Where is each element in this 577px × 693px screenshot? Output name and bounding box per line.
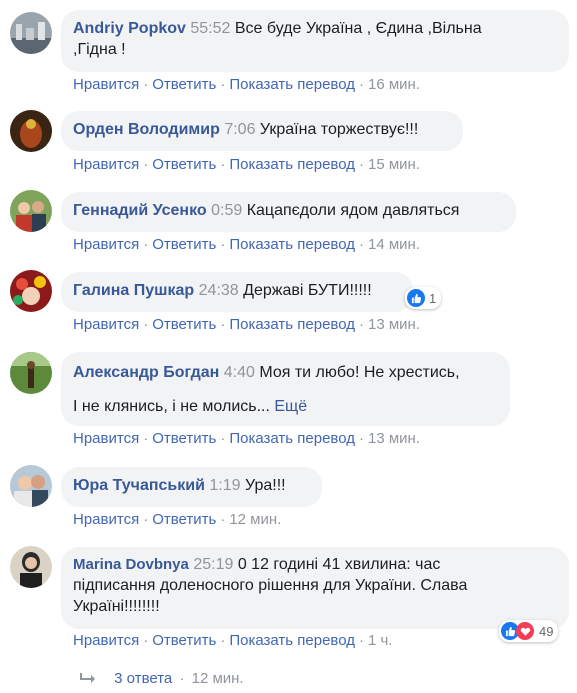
like-link[interactable]: Нравится: [73, 316, 139, 333]
translate-link[interactable]: Показать перевод: [229, 632, 355, 649]
comment-text: Державі БУТИ!!!!!: [243, 282, 372, 299]
author-name[interactable]: Геннадий Усенко: [73, 202, 207, 219]
replies-count[interactable]: 3 ответа: [114, 670, 172, 687]
comment-time[interactable]: 12 мин.: [229, 511, 281, 528]
translate-link[interactable]: Показать перевод: [229, 316, 355, 333]
like-link[interactable]: Нравится: [73, 430, 139, 447]
comment-bubble: Геннадий Усенко 0:59 Кацапєдоли ядом дав…: [61, 192, 516, 232]
comment-time[interactable]: 16 мин.: [368, 76, 420, 93]
author-name[interactable]: Александр Богдан: [73, 364, 219, 381]
comment-text: Все буде Україна , Єдина ,Вільна: [234, 20, 482, 37]
video-timestamp[interactable]: 55:52: [190, 20, 230, 37]
like-link[interactable]: Нравится: [73, 156, 139, 173]
avatar[interactable]: [10, 352, 52, 394]
author-name[interactable]: Marina Dovbnya: [73, 556, 189, 573]
comment-bubble: Юра Тучапський 1:19 Ура!!!: [61, 467, 322, 507]
comment-actions: Нравится · Ответить · Показать перевод · 13 ми…: [73, 430, 420, 447]
reply-arrow-icon: [80, 671, 96, 688]
comment-bubble: Marina Dovbnya 25:19 0 12 годині 41 хвил…: [61, 547, 569, 629]
video-timestamp[interactable]: 25:19: [193, 556, 233, 573]
comment-text: 0 12 годині 41 хвилина: час: [237, 556, 441, 573]
comment-text: Моя ти любо! Не хрестись,: [259, 364, 460, 381]
author-name[interactable]: Галина Пушкар: [73, 282, 194, 299]
reaction-summary[interactable]: 49: [499, 620, 559, 642]
comment-actions: Нравится · Ответить · Показать перевод · 13 ми…: [73, 316, 420, 333]
video-timestamp[interactable]: 24:38: [199, 282, 239, 299]
author-name[interactable]: Орден Володимир: [73, 121, 220, 138]
love-reaction-icon: [516, 622, 534, 640]
comment-time[interactable]: 13 мин.: [368, 316, 420, 333]
see-more-link[interactable]: Ещё: [274, 398, 307, 415]
like-link[interactable]: Нравится: [73, 632, 139, 649]
reply-link[interactable]: Ответить: [152, 236, 216, 253]
avatar[interactable]: [10, 12, 52, 54]
reply-link[interactable]: Ответить: [152, 632, 216, 649]
avatar[interactable]: [10, 110, 52, 152]
like-link[interactable]: Нравится: [73, 511, 139, 528]
comment-time[interactable]: 1 ч.: [368, 632, 393, 649]
video-timestamp[interactable]: 1:19: [209, 477, 240, 494]
comment-time[interactable]: 13 мин.: [368, 430, 420, 447]
avatar[interactable]: [10, 190, 52, 232]
reaction-summary[interactable]: 1: [405, 287, 442, 309]
reply-link[interactable]: Ответить: [152, 316, 216, 333]
comment-actions: Нравится · Ответить · Показать перевод · 15 ми…: [73, 156, 420, 173]
reply-link[interactable]: Ответить: [152, 156, 216, 173]
comment-time[interactable]: 14 мин.: [368, 236, 420, 253]
reply-link[interactable]: Ответить: [152, 430, 216, 447]
comment-bubble: Галина Пушкар 24:38 Державі БУТИ!!!!!: [61, 272, 413, 312]
reply-link[interactable]: Ответить: [152, 76, 216, 93]
video-timestamp[interactable]: 0:59: [211, 202, 242, 219]
comment-text: Україні!!!!!!!!: [73, 598, 160, 615]
avatar[interactable]: [10, 465, 52, 507]
comment-text: І не клянись, і не молись...: [73, 398, 270, 415]
translate-link[interactable]: Показать перевод: [229, 156, 355, 173]
author-name[interactable]: Юра Тучапський: [73, 477, 205, 494]
author-name[interactable]: Andriy Popkov: [73, 20, 186, 37]
comment-text: ,Гідна !: [73, 41, 126, 58]
comment-actions: Нравится · Ответить · Показать перевод · 14 ми…: [73, 236, 420, 253]
comment-actions: Нравится · Ответить · 12 мин.: [73, 511, 282, 528]
comment-time[interactable]: 15 мин.: [368, 156, 420, 173]
like-link[interactable]: Нравится: [73, 236, 139, 253]
comment-bubble: Andriy Popkov 55:52 Все буде Україна , Є…: [61, 10, 569, 72]
reply-link[interactable]: Ответить: [152, 511, 216, 528]
replies-time: 12 мин.: [191, 670, 244, 687]
avatar[interactable]: [10, 270, 52, 312]
like-link[interactable]: Нравится: [73, 76, 139, 93]
translate-link[interactable]: Показать перевод: [229, 430, 355, 447]
comment-actions: Нравится · Ответить · Показать перевод · 16 ми…: [73, 76, 420, 93]
like-reaction-icon: [407, 289, 425, 307]
comment-bubble: Орден Володимир 7:06 Україна торжествує!…: [61, 111, 463, 151]
translate-link[interactable]: Показать перевод: [229, 236, 355, 253]
comment-actions: Нравится · Ответить · Показать перевод · 1 ч.: [73, 632, 393, 649]
video-timestamp[interactable]: 7:06: [224, 121, 255, 138]
avatar[interactable]: [10, 546, 52, 588]
comment-bubble: Александр Богдан 4:40 Моя ти любо! Не хр…: [61, 352, 510, 426]
view-replies-link[interactable]: 3 ответа · 12 мин.: [80, 670, 244, 688]
video-timestamp[interactable]: 4:40: [224, 364, 255, 381]
comment-text: підписання доленосного рішення для Украї…: [73, 577, 468, 594]
comment-text: Ура!!!: [245, 477, 286, 494]
translate-link[interactable]: Показать перевод: [229, 76, 355, 93]
reaction-count: 49: [539, 623, 554, 639]
comment-text: Кацапєдоли ядом давляться: [246, 202, 460, 219]
comment-text: Україна торжествує!!!: [259, 121, 419, 138]
reaction-count: 1: [429, 290, 437, 306]
